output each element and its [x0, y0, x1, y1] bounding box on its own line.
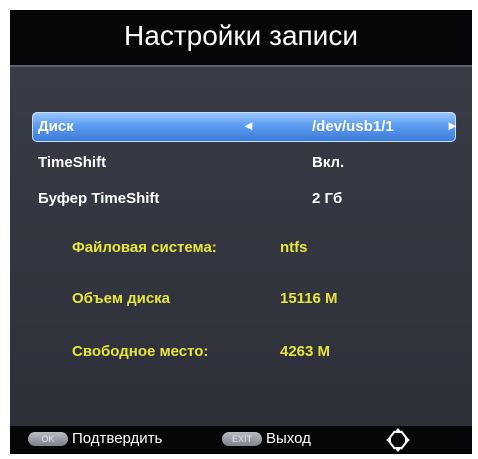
info-row-disk-size: Объем диска 15116 M [72, 288, 452, 312]
setting-value-disk: /dev/usb1/1 [312, 118, 394, 135]
exit-label[interactable]: Выход [266, 430, 311, 447]
info-label-filesystem: Файловая система: [72, 239, 217, 256]
exit-key-icon[interactable]: EXIT [222, 432, 262, 446]
footer-bar: OK Подтвердить EXIT Выход [10, 426, 472, 454]
setting-label-timeshift-buffer: Буфер TimeShift [38, 190, 160, 207]
info-row-filesystem: Файловая система: ntfs [72, 237, 452, 261]
navigation-diamond-icon [386, 428, 410, 452]
info-label-disk-size: Объем диска [72, 290, 171, 307]
setting-label-disk: Диск [38, 118, 74, 135]
setting-value-timeshift: Вкл. [312, 154, 345, 171]
info-value-filesystem: ntfs [280, 239, 308, 256]
tv-screen: Настройки записи Диск ◄ /dev/usb1/1 ► Ti… [10, 10, 472, 454]
setting-row-disk[interactable]: Диск ◄ /dev/usb1/1 ► [32, 112, 459, 142]
left-arrow-icon[interactable]: ◄ [242, 118, 255, 133]
setting-row-timeshift-buffer[interactable]: Буфер TimeShift 2 Гб [32, 184, 456, 214]
setting-row-timeshift[interactable]: TimeShift Вкл. [32, 148, 456, 178]
title-bar: Настройки записи [10, 10, 472, 67]
confirm-label[interactable]: Подтвердить [72, 430, 162, 447]
setting-value-timeshift-buffer: 2 Гб [312, 190, 343, 207]
info-value-free-space: 4263 M [280, 343, 331, 360]
info-label-free-space: Свободное место: [72, 343, 209, 360]
ok-key-icon[interactable]: OK [28, 432, 68, 446]
right-arrow-icon[interactable]: ► [446, 118, 459, 133]
info-row-free-space: Свободное место: 4263 M [72, 341, 452, 365]
info-value-disk-size: 15116 M [280, 290, 338, 307]
page-title: Настройки записи [124, 20, 358, 51]
setting-label-timeshift: TimeShift [38, 154, 107, 171]
